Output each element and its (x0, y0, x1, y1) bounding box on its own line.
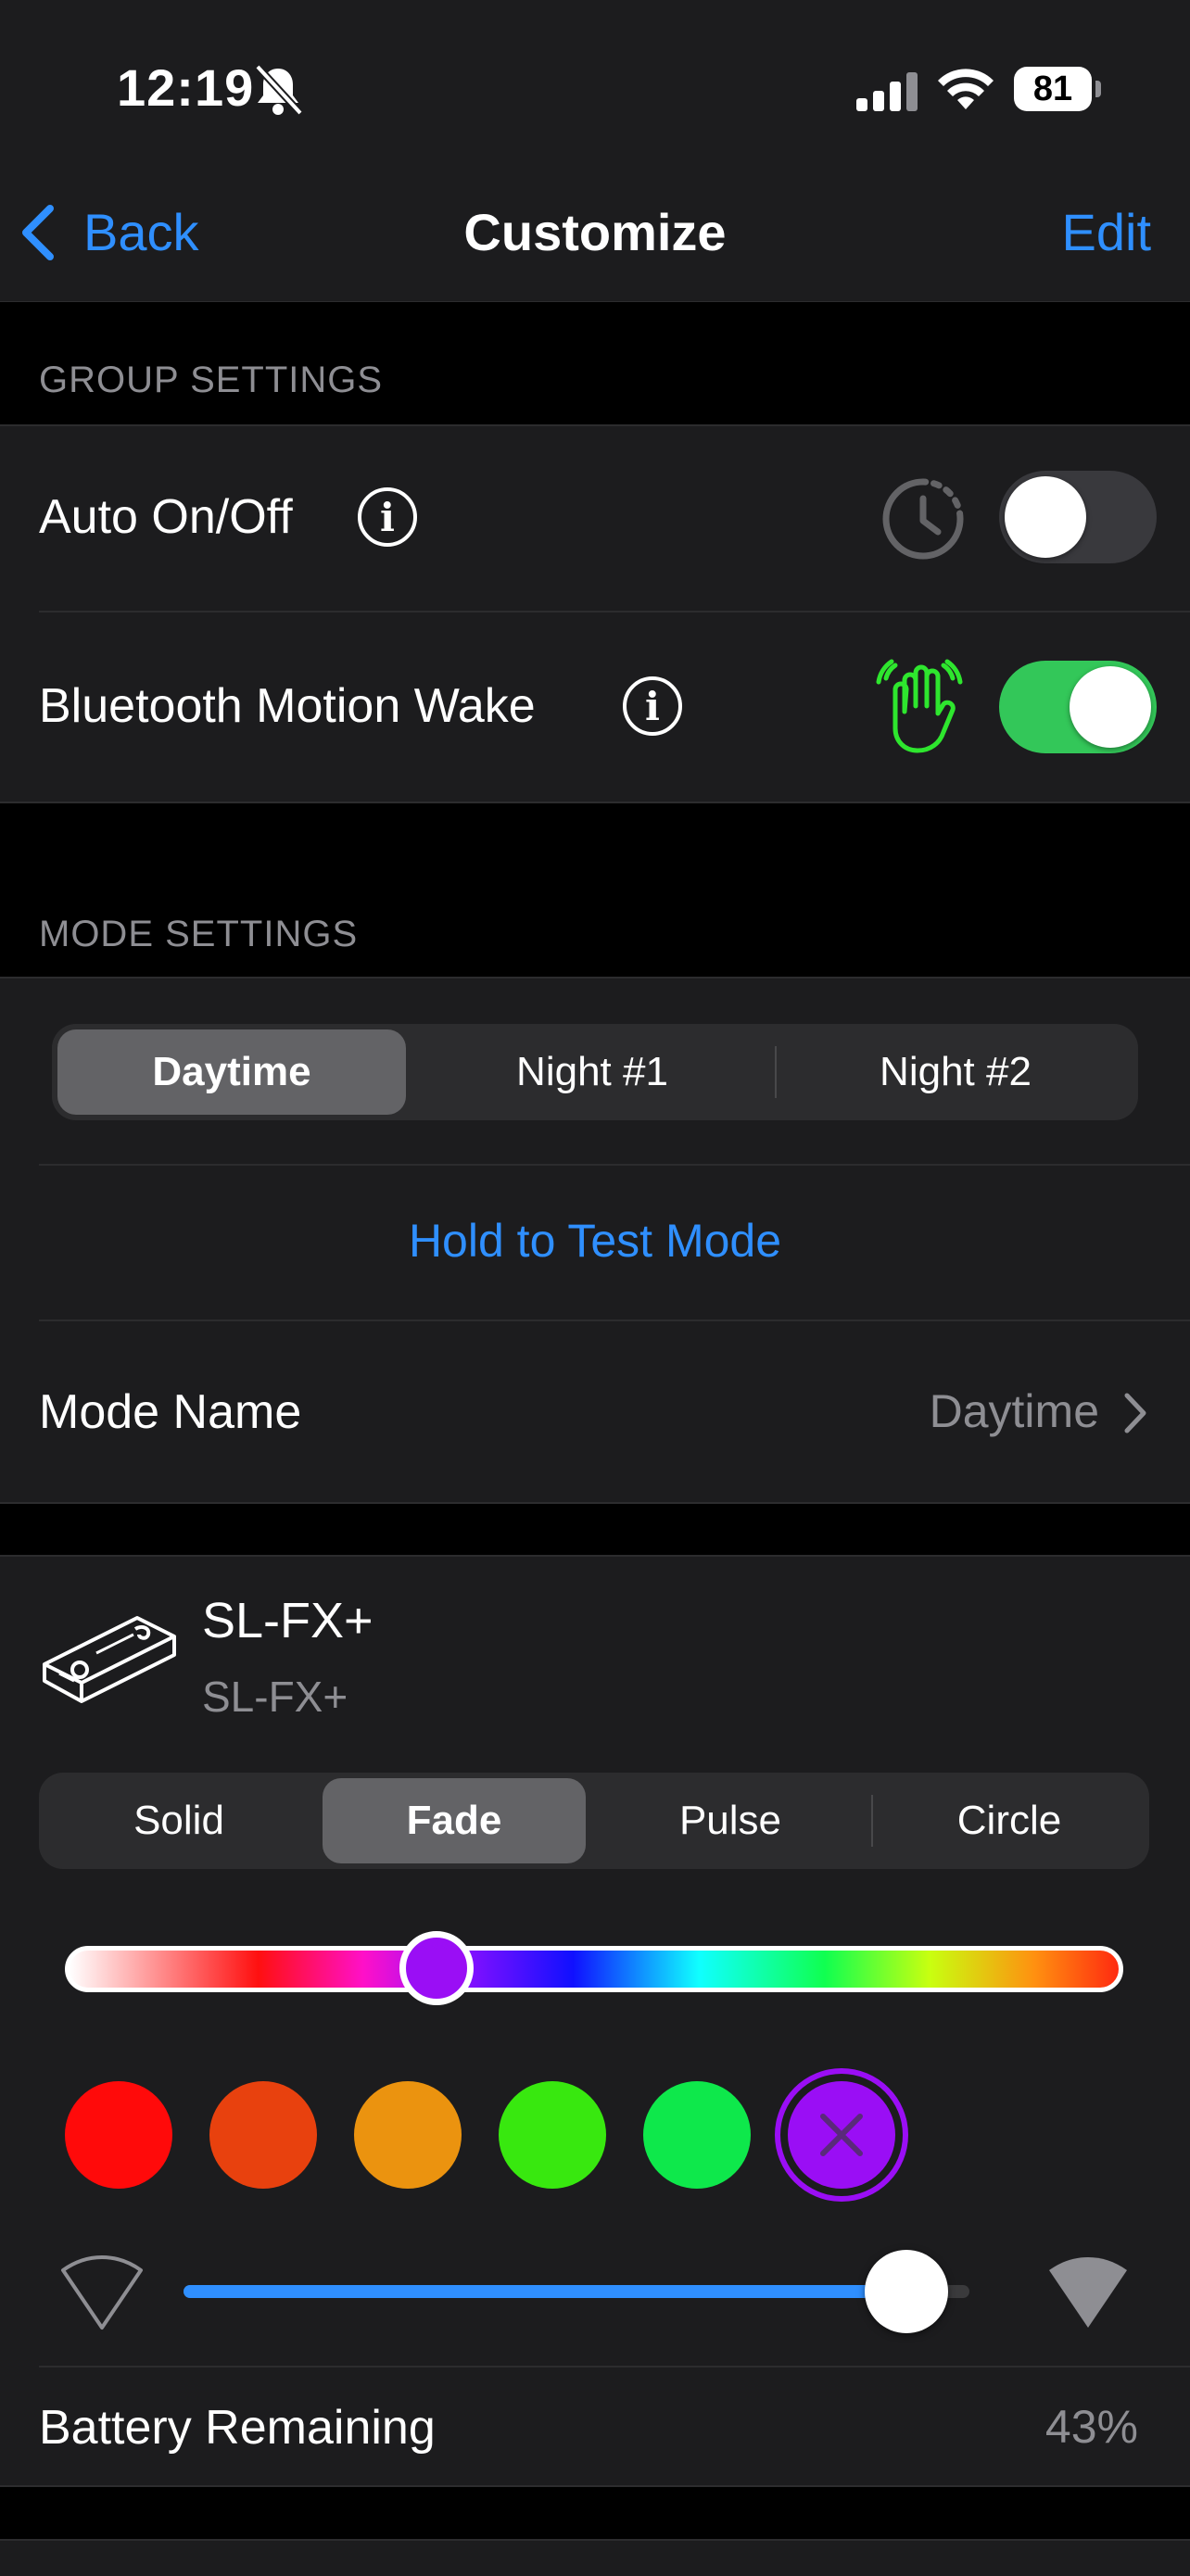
auto-on-off-toggle[interactable] (999, 471, 1157, 563)
battery-tip (1095, 81, 1101, 97)
chevron-right-icon (1121, 1392, 1147, 1439)
battery-remaining-value: 43% (1044, 2401, 1138, 2453)
motion-wake-toggle[interactable] (999, 661, 1157, 753)
color-swatch[interactable] (643, 2081, 751, 2189)
brightness-low-icon (57, 2250, 146, 2338)
divider (39, 2366, 1190, 2368)
light-device-icon (39, 1597, 178, 1713)
status-bar: 12:19 81 (0, 0, 1190, 158)
brightness-slider[interactable] (184, 2250, 969, 2333)
tab-night-1[interactable]: Night #1 (413, 1029, 771, 1115)
mode-name-value[interactable]: Daytime (930, 1384, 1099, 1438)
battery-level: 81 (1032, 69, 1073, 108)
segment-divider (775, 1046, 777, 1098)
next-card (0, 2539, 1190, 2576)
group-settings-card (0, 424, 1190, 803)
schedule-clock-icon (877, 473, 969, 570)
status-time: 12:19 (117, 58, 255, 117)
navigation-bar: Back Customize Edit (0, 158, 1190, 302)
close-icon (788, 2081, 895, 2189)
mode-tabs: Daytime Night #1 Night #2 (52, 1024, 1138, 1120)
mode-settings-header: MODE SETTINGS (39, 914, 359, 954)
color-swatch-selected[interactable] (788, 2081, 895, 2189)
waving-hand-icon (873, 656, 966, 763)
effect-tabs: Solid Fade Pulse Circle (39, 1773, 1149, 1869)
color-swatch[interactable] (499, 2081, 606, 2189)
motion-wake-info-icon[interactable]: i (623, 676, 682, 736)
tab-night-2[interactable]: Night #2 (779, 1029, 1133, 1115)
divider (39, 1320, 1190, 1321)
toggle-knob (1070, 666, 1151, 748)
segment-divider (871, 1795, 873, 1847)
page-title: Customize (463, 203, 727, 261)
motion-wake-label: Bluetooth Motion Wake (39, 679, 536, 733)
divider (39, 1164, 1190, 1166)
brightness-fill (184, 2285, 907, 2298)
mode-name-label: Mode Name (39, 1385, 302, 1439)
auto-on-off-label: Auto On/Off (39, 490, 293, 544)
brightness-thumb[interactable] (865, 2250, 949, 2333)
bell-slash-icon (250, 61, 306, 121)
edit-button[interactable]: Edit (1062, 202, 1152, 262)
color-swatch[interactable] (354, 2081, 462, 2189)
tab-solid[interactable]: Solid (44, 1778, 313, 1863)
auto-on-off-info-icon[interactable]: i (358, 487, 417, 547)
battery-remaining-label: Battery Remaining (39, 2401, 436, 2455)
color-swatch[interactable] (209, 2081, 317, 2189)
hold-to-test-button[interactable]: Hold to Test Mode (0, 1214, 1190, 1268)
device-model: SL-FX+ (202, 1673, 348, 1721)
wifi-icon (936, 67, 995, 118)
tab-daytime[interactable]: Daytime (57, 1029, 406, 1115)
signal-icon (856, 72, 918, 116)
tab-fade[interactable]: Fade (323, 1778, 586, 1863)
tab-circle[interactable]: Circle (875, 1778, 1144, 1863)
device-name: SL-FX+ (202, 1593, 373, 1648)
hue-slider[interactable] (65, 1931, 1123, 2005)
tab-pulse[interactable]: Pulse (593, 1778, 867, 1863)
device-card (0, 1555, 1190, 2487)
battery-icon: 81 (1014, 67, 1092, 111)
toggle-knob (1005, 476, 1086, 558)
color-swatch[interactable] (65, 2081, 172, 2189)
group-settings-header: GROUP SETTINGS (39, 360, 384, 400)
brightness-high-icon (1044, 2250, 1133, 2338)
divider (39, 611, 1190, 612)
hue-slider-thumb[interactable] (399, 1931, 475, 2005)
